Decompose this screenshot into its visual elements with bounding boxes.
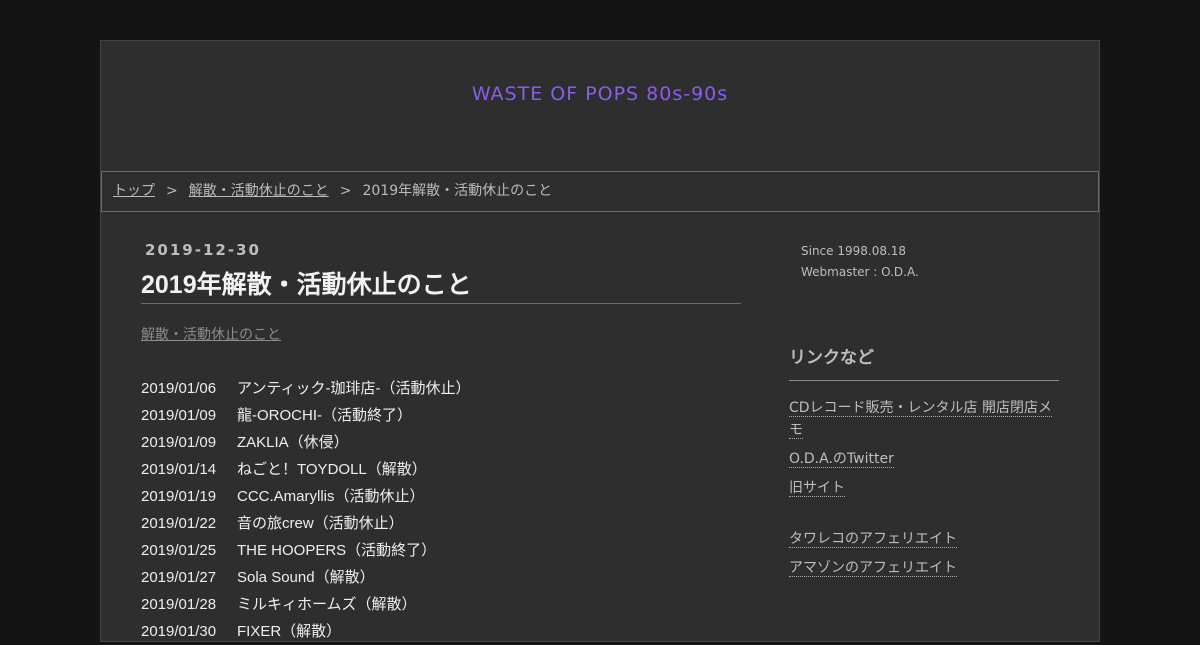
entry-date: 2019/01/06 (141, 380, 217, 397)
list-item: 2019/01/09 ZAKLIA（休侵） (141, 429, 741, 456)
list-item: 2019/01/14 ねごと！TOYDOLL（解散） (141, 456, 741, 483)
breadcrumb-separator: > (166, 183, 178, 199)
link-record-shop-memo[interactable]: CDレコード販売・レンタル店 開店閉店メモ (789, 400, 1053, 439)
entry-date: 2019/01/19 (141, 488, 217, 505)
link-tower-affiliate[interactable]: タワレコのアフェリエイト (789, 531, 957, 548)
breadcrumb-current: 2019年解散・活動休止のこと (362, 183, 553, 199)
entry-text: 音の旅crew（活動休止） (237, 515, 404, 532)
webmaster-text: Webmaster : O.D.A. (801, 265, 919, 279)
site-meta: Since 1998.08.18 Webmaster : O.D.A. (789, 241, 1059, 283)
link-amazon-affiliate[interactable]: アマゾンのアフェリエイト (789, 560, 957, 577)
entry-text: CCC.Amaryllis（活動休止） (237, 488, 425, 505)
breadcrumb-category-link[interactable]: 解散・活動休止のこと (189, 183, 329, 199)
list-item: 2019/01/25 THE HOOPERS（活動終了） (141, 537, 741, 564)
entry-text: ミルキィホームズ（解散） (237, 596, 417, 613)
list-item: 2019/01/27 Sola Sound（解散） (141, 564, 741, 591)
entry-text: ねごと！TOYDOLL（解散） (237, 461, 427, 478)
list-item: 2019/01/28 ミルキィホームズ（解散） (141, 591, 741, 618)
entry-text: FIXER（解散） (237, 623, 342, 640)
since-text: Since 1998.08.18 (801, 244, 907, 258)
list-item: 2019/01/06 アンティック-珈琲店-（活動休止） (141, 375, 741, 402)
list-item: 2019/01/09 龍-OROCHI-（活動終了） (141, 402, 741, 429)
list-item: 2019/01/22 音の旅crew（活動休止） (141, 510, 741, 537)
breadcrumb-separator: > (339, 183, 352, 199)
breadcrumb: トップ > 解散・活動休止のこと >2019年解散・活動休止のこと (101, 171, 1099, 212)
entry-date: 2019/01/14 (141, 461, 217, 478)
entry-date: 2019/01/09 (141, 434, 217, 451)
post-category-link[interactable]: 解散・活動休止のこと (141, 324, 741, 344)
link-old-site[interactable]: 旧サイト (789, 480, 845, 497)
entry-date: 2019/01/30 (141, 623, 217, 640)
site-title[interactable]: WASTE OF POPS 80s-90s (101, 83, 1099, 105)
breadcrumb-home-link[interactable]: トップ (113, 183, 155, 199)
post-date: 2019-12-30 (145, 241, 261, 259)
entry-date: 2019/01/27 (141, 569, 217, 586)
list-item: 2019/01/19 CCC.Amaryllis（活動休止） (141, 483, 741, 510)
main-content: 2019-12-30 2019年解散・活動休止のこと 解散・活動休止のこと 20… (141, 241, 741, 645)
links-heading: リンクなど (789, 343, 1059, 381)
entry-date: 2019/01/22 (141, 515, 217, 532)
entry-date: 2019/01/28 (141, 596, 217, 613)
link-twitter[interactable]: O.D.A.のTwitter (789, 451, 894, 468)
entry-text: アンティック-珈琲店-（活動休止） (237, 380, 471, 397)
sidebar: Since 1998.08.18 Webmaster : O.D.A. リンクな… (789, 241, 1059, 579)
entry-date: 2019/01/09 (141, 407, 217, 424)
post-title: 2019年解散・活動休止のこと (141, 265, 741, 304)
entry-text: Sola Sound（解散） (237, 569, 375, 586)
entry-text: THE HOOPERS（活動終了） (237, 542, 437, 559)
entry-list: 2019/01/06 アンティック-珈琲店-（活動休止） 2019/01/09 龍-… (141, 375, 741, 645)
entry-date: 2019/01/25 (141, 542, 217, 559)
page-container: WASTE OF POPS 80s-90s トップ > 解散・活動休止のこと >201… (100, 40, 1100, 642)
entry-text: ZAKLIA（休侵） (237, 434, 349, 451)
entry-text: 龍-OROCHI-（活動終了） (237, 407, 412, 424)
list-item: 2019/01/30 FIXER（解散） (141, 618, 741, 645)
